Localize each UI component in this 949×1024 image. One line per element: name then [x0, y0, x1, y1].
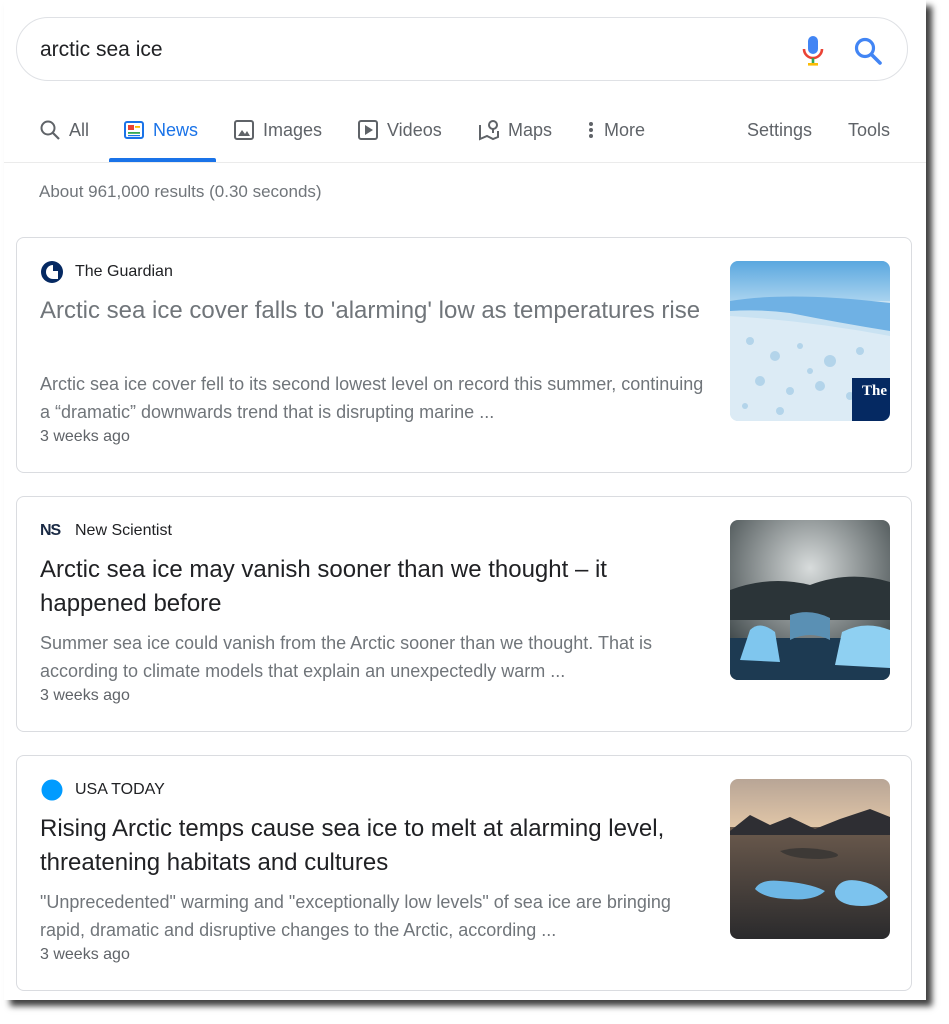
- news-thumbnail[interactable]: [730, 779, 890, 939]
- news-snippet: Summer sea ice could vanish from the Arc…: [40, 633, 652, 681]
- more-vert-icon: [589, 122, 593, 138]
- tab-more[interactable]: More: [586, 100, 645, 160]
- tools-link[interactable]: Tools: [848, 100, 890, 160]
- microphone-icon[interactable]: [801, 34, 825, 68]
- search-input[interactable]: arctic sea ice: [40, 38, 163, 62]
- search-tabs: All News Images Videos Maps More Setting…: [4, 100, 926, 163]
- news-source[interactable]: NS New Scientist: [40, 519, 172, 543]
- tab-label: More: [604, 119, 646, 140]
- news-snippet: "Unprecedented" warming and "exceptional…: [40, 892, 671, 940]
- tab-label: Maps: [508, 119, 553, 140]
- tab-news[interactable]: News: [123, 100, 198, 160]
- news-headline-link[interactable]: Arctic sea ice cover falls to 'alarming'…: [40, 294, 705, 328]
- source-name: New Scientist: [75, 522, 172, 539]
- tools-label: Tools: [848, 119, 891, 140]
- news-result-card[interactable]: USA TODAY Rising Arctic temps cause sea …: [16, 755, 912, 991]
- search-icon[interactable]: [853, 36, 883, 66]
- tab-label: News: [153, 119, 199, 140]
- usa-today-logo-icon: [41, 779, 63, 801]
- news-age: 3 weeks ago: [40, 428, 130, 445]
- news-snippet: Arctic sea ice cover fell to its second …: [40, 374, 704, 422]
- news-icon: [124, 121, 144, 139]
- settings-link[interactable]: Settings: [747, 100, 812, 160]
- news-thumbnail[interactable]: [730, 520, 890, 680]
- active-tab-indicator: [109, 158, 216, 162]
- news-result-card[interactable]: NS New Scientist Arctic sea ice may vani…: [16, 496, 912, 732]
- image-icon: [234, 120, 254, 140]
- news-source[interactable]: The Guardian: [40, 260, 173, 284]
- search-results-page: arctic sea ice All News Images Videos Ma…: [4, 0, 926, 1000]
- tab-images[interactable]: Images: [233, 100, 322, 160]
- tab-label: Images: [263, 119, 323, 140]
- settings-label: Settings: [747, 119, 813, 140]
- search-bar[interactable]: arctic sea ice: [16, 17, 908, 81]
- new-scientist-logo-icon: NS: [40, 522, 61, 539]
- search-icon: [40, 120, 60, 140]
- guardian-logo-icon: [41, 261, 63, 283]
- source-name: USA TODAY: [75, 781, 165, 798]
- guardian-badge: The Gua: [862, 383, 890, 399]
- tab-maps[interactable]: Maps: [478, 100, 552, 160]
- tab-all[interactable]: All: [39, 100, 89, 160]
- video-icon: [358, 120, 378, 140]
- result-stats: About 961,000 results (0.30 seconds): [39, 182, 322, 201]
- news-source[interactable]: USA TODAY: [40, 778, 165, 802]
- source-name: The Guardian: [75, 263, 173, 280]
- news-headline-link[interactable]: Rising Arctic temps cause sea ice to mel…: [40, 812, 705, 880]
- map-icon: [479, 120, 499, 141]
- news-age: 3 weeks ago: [40, 946, 130, 963]
- news-result-card[interactable]: The Guardian Arctic sea ice cover falls …: [16, 237, 912, 473]
- tab-label: All: [69, 119, 90, 140]
- news-thumbnail[interactable]: The Gua: [730, 261, 890, 421]
- news-age: 3 weeks ago: [40, 687, 130, 704]
- tab-label: Videos: [387, 119, 442, 140]
- tab-videos[interactable]: Videos: [357, 100, 442, 160]
- news-headline-link[interactable]: Arctic sea ice may vanish sooner than we…: [40, 553, 705, 621]
